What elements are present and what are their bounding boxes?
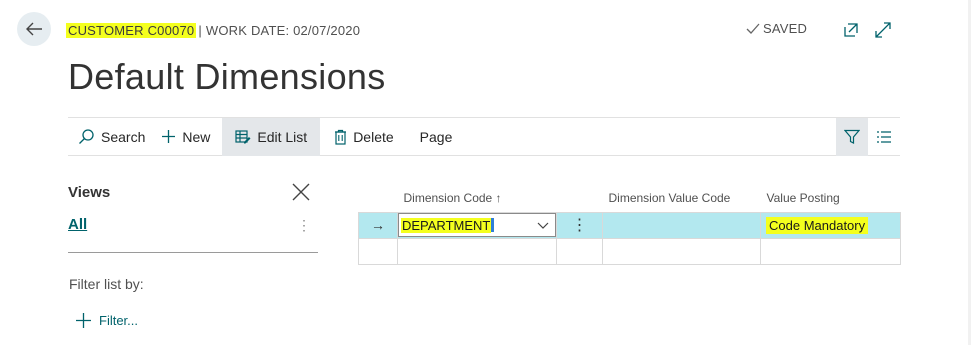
arrow-column-header [359,184,398,212]
toolbar-right [836,117,900,156]
page-title: Default Dimensions [68,56,386,97]
value-posting-value: Code Mandatory [766,216,869,234]
filter-link-label: Filter... [99,313,139,328]
expand-icon[interactable] [874,21,892,39]
text-cursor [491,218,495,232]
view-item-menu[interactable]: ⋮ [297,217,311,234]
checkmark-icon [746,23,760,34]
page-label: Page [419,128,453,145]
table-row[interactable] [358,237,901,265]
filter-icon [844,129,860,144]
empty-cell[interactable] [760,237,901,265]
search-icon [79,129,94,144]
row-actions-header [557,184,603,212]
new-label: New [182,128,211,145]
row-actions-menu[interactable]: ⋮ [556,211,603,239]
dimension-value-code-header[interactable]: Dimension Value Code [603,184,761,212]
search-label: Search [101,128,146,145]
page-menu-button[interactable]: Page [402,118,461,156]
delete-label: Delete [353,128,394,145]
views-title: Views [68,184,111,201]
list-icon [877,130,891,143]
delete-button[interactable]: Delete [320,118,401,156]
list-view-toggle[interactable] [868,118,900,156]
table-row[interactable]: → DEPARTMENT ⋮ Code Mandatory [358,211,901,239]
row-indicator-arrow: → [358,211,398,239]
edit-list-label: Edit List [257,128,308,145]
action-bar: Search New Edit List Delete Page [68,117,900,156]
filter-title: Filter list by: [69,276,144,292]
open-in-new-window-icon[interactable] [842,21,860,39]
chevron-down-icon[interactable] [537,219,549,231]
arrow-left-icon [26,22,42,36]
record-label: CUSTOMER C00070 [66,22,197,38]
saved-status: SAVED [746,21,807,36]
views-divider [68,252,318,253]
dimension-code-input[interactable]: DEPARTMENT [398,213,556,237]
dimension-value-code-cell[interactable] [602,211,761,239]
filter-pane-toggle[interactable] [836,117,868,156]
close-icon[interactable] [291,182,311,202]
empty-cell [556,237,603,265]
work-date: WORK DATE: 02/07/2020 [205,22,361,38]
trash-icon [335,129,347,145]
back-button[interactable] [17,12,51,46]
saved-label: SAVED [763,21,808,36]
view-item-all[interactable]: All [68,216,87,233]
dimension-code-header[interactable]: Dimension Code ↑ [398,184,557,212]
plus-icon [162,130,176,143]
edit-list-icon [235,130,251,144]
dimension-code-value: DEPARTMENT [401,217,492,233]
new-button[interactable]: New [153,118,218,156]
search-button[interactable]: Search [68,118,153,156]
value-posting-header[interactable]: Value Posting [761,184,901,212]
edit-list-button[interactable]: Edit List [222,117,321,156]
plus-icon [76,313,91,328]
add-filter-link[interactable]: Filter... [76,313,138,328]
empty-cell [358,237,398,265]
dimension-code-cell[interactable]: DEPARTMENT [397,211,557,239]
empty-cell[interactable] [397,237,557,265]
header-separator: | [198,22,202,38]
dimensions-grid: Dimension Code ↑ Dimension Value Code Va… [358,184,901,265]
value-posting-cell[interactable]: Code Mandatory [760,211,901,239]
header-line: CUSTOMER C00070 | WORK DATE: 02/07/2020 [66,21,360,39]
empty-cell[interactable] [602,237,761,265]
